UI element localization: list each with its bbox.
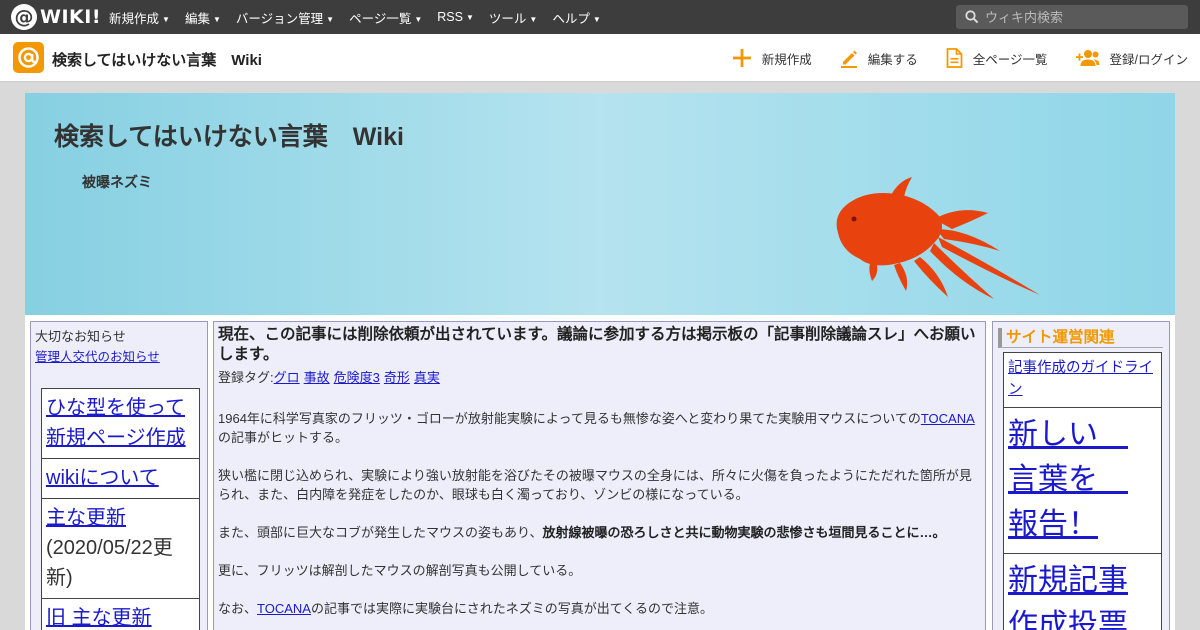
paragraph-text: また、頭部に巨大なコブが発生したマウスの姿もあり、 bbox=[218, 525, 543, 540]
caret-down-icon: ▼ bbox=[592, 14, 601, 24]
new-article-vote-link[interactable]: 新規記事作成投票 bbox=[1008, 564, 1128, 630]
left-menu-item: 旧 主な更新 bbox=[42, 599, 199, 630]
right-sidebar: サイト運営関連 記事作成のガイドライン 新しい 言葉を 報告！ 新規記事作成投票 bbox=[992, 321, 1170, 630]
goldfish-icon bbox=[836, 177, 1040, 299]
edit-label: 編集する bbox=[867, 52, 918, 67]
tocana-link[interactable]: TOCANA bbox=[921, 411, 975, 426]
edit-button[interactable]: 編集する bbox=[840, 48, 918, 68]
page-title: 被曝ネズミ bbox=[82, 174, 152, 190]
main-article: 現在、この記事には削除依頼が出されています。議論に参加する方は掲示板の「記事削除… bbox=[213, 321, 986, 630]
left-menu-item: 主な更新 (2020/05/22更新) bbox=[42, 499, 199, 599]
tag-list: 登録タグ:グロ 事故 危険度3 奇形 真実 bbox=[218, 367, 444, 386]
new-page-button[interactable]: 新規作成 bbox=[732, 48, 812, 68]
atwiki-logo[interactable]: @ WIKI! bbox=[11, 4, 101, 30]
template-new-page-link[interactable]: ひな型を使って新規ページ作成 bbox=[46, 397, 186, 449]
left-sidebar: 大切なお知らせ 管理人交代のお知らせ ひな型を使って新規ページ作成 wikiにつ… bbox=[30, 321, 208, 630]
all-pages-button[interactable]: 全ページ一覧 bbox=[946, 48, 1048, 68]
tag-link[interactable]: 真実 bbox=[414, 370, 440, 385]
article-paragraph: また、頭部に巨大なコブが発生したマウスの姿もあり、放射線被曝の恐ろしさと共に動物… bbox=[218, 523, 978, 542]
search-icon[interactable] bbox=[965, 10, 979, 24]
admin-change-notice-link[interactable]: 管理人交代のお知らせ bbox=[35, 346, 160, 365]
paragraph-text: 1964年に科学写真家のフリッツ・ゴローが放射能実験によって見るも無惨な姿へと変… bbox=[218, 411, 921, 426]
paragraph-text: の記事では実際に実験台にされたネズミの写真が出てくるので注意。 bbox=[310, 601, 714, 616]
logo-at-mark: @ bbox=[11, 4, 37, 30]
left-menu-item: wikiについて bbox=[42, 459, 199, 499]
nav-new-label: 新規作成 bbox=[109, 11, 160, 26]
tags-label: 登録タグ: bbox=[218, 370, 274, 385]
add-user-icon bbox=[1075, 50, 1100, 66]
site-header: 検索してはいけない言葉 Wiki 新規作成 編集する 全ページ一覧 登録/ログイ… bbox=[0, 34, 1200, 82]
bold-text: 放射線被曝の恐ろしさと共に動物実験の悲惨さも垣間見ることに…。 bbox=[542, 525, 946, 540]
left-menu-item: ひな型を使って新規ページ作成 bbox=[42, 389, 199, 459]
article-paragraph: 狭い檻に閉じ込められ、実験により強い放射能を浴びたその被曝マウスの全身には、所々… bbox=[218, 468, 972, 502]
caret-down-icon: ▼ bbox=[414, 14, 423, 24]
caret-down-icon: ▼ bbox=[162, 14, 170, 24]
report-new-word-link[interactable]: 新しい 言葉を 報告！ bbox=[1008, 418, 1128, 541]
plus-icon bbox=[732, 49, 751, 67]
nav-new[interactable]: 新規作成 ▼ bbox=[109, 8, 170, 27]
article-paragraph: 更に、フリッツは解剖したマウスの解剖写真も公開している。 bbox=[218, 563, 582, 578]
nav-pages-label: ページ一覧 bbox=[349, 11, 412, 26]
page-banner: 検索してはいけない言葉 Wiki 被曝ネズミ bbox=[25, 93, 1175, 315]
site-title[interactable]: 検索してはいけない言葉 Wiki bbox=[52, 49, 262, 70]
top-nav: 新規作成 ▼ 編集 ▼ バージョン管理 ▼ ページ一覧 ▼ RSS ▼ ツール ▼ ヘルプ ▼ bbox=[109, 0, 616, 34]
main-updates-link[interactable]: 主な更新 bbox=[46, 507, 126, 529]
right-menu-item: 記事作成のガイドライン bbox=[1004, 353, 1161, 408]
deletion-request-notice: 現在、この記事には削除依頼が出されています。議論に参加する方は掲示板の「記事削除… bbox=[218, 326, 976, 363]
right-menu-item: 新しい 言葉を 報告！ bbox=[1004, 408, 1161, 554]
logo-text: WIKI! bbox=[40, 6, 101, 28]
nav-help[interactable]: ヘルプ ▼ bbox=[552, 8, 600, 27]
site-logo-icon[interactable] bbox=[13, 42, 44, 73]
new-page-label: 新規作成 bbox=[761, 52, 812, 67]
content-area: 大切なお知らせ 管理人交代のお知らせ ひな型を使って新規ページ作成 wikiにつ… bbox=[25, 315, 1175, 630]
document-icon bbox=[946, 48, 963, 68]
top-bar: @ WIKI! 新規作成 ▼ 編集 ▼ バージョン管理 ▼ ページ一覧 ▼ RSS ▼ ツ… bbox=[0, 0, 1200, 34]
right-menu: 記事作成のガイドライン 新しい 言葉を 報告！ 新規記事作成投票 bbox=[1003, 352, 1162, 630]
wiki-search-box bbox=[956, 5, 1188, 29]
site-operations-heading: サイト運営関連 bbox=[998, 328, 1163, 348]
article-guideline-link[interactable]: 記事作成のガイドライン bbox=[1008, 360, 1153, 398]
nav-rss[interactable]: RSS ▼ bbox=[437, 10, 474, 24]
caret-down-icon: ▼ bbox=[529, 14, 538, 24]
header-actions: 新規作成 編集する 全ページ一覧 登録/ログイン bbox=[704, 34, 1188, 82]
tag-link[interactable]: 奇形 bbox=[384, 370, 410, 385]
nav-edit[interactable]: 編集 ▼ bbox=[185, 8, 221, 27]
article-paragraph: 1964年に科学写真家のフリッツ・ゴローが放射能実験によって見るも無惨な姿へと変… bbox=[218, 409, 978, 447]
nav-pages[interactable]: ページ一覧 ▼ bbox=[349, 8, 422, 27]
nav-rss-label: RSS bbox=[437, 10, 463, 24]
tag-link[interactable]: 事故 bbox=[304, 370, 330, 385]
paragraph-text: の記事がヒットする。 bbox=[218, 430, 349, 445]
about-wiki-link[interactable]: wikiについて bbox=[46, 467, 159, 489]
right-menu-item: 新規記事作成投票 bbox=[1004, 554, 1161, 630]
tocana-link[interactable]: TOCANA bbox=[257, 601, 311, 616]
tag-link[interactable]: 危険度3 bbox=[334, 370, 380, 385]
tag-link[interactable]: グロ bbox=[274, 370, 300, 385]
old-updates-link[interactable]: 旧 主な更新 bbox=[46, 607, 152, 629]
left-menu: ひな型を使って新規ページ作成 wikiについて 主な更新 (2020/05/22… bbox=[41, 388, 200, 630]
caret-down-icon: ▼ bbox=[212, 14, 221, 24]
nav-tools-label: ツール bbox=[488, 11, 527, 26]
nav-version-label: バージョン管理 bbox=[235, 11, 324, 26]
paragraph-text: なお、 bbox=[218, 601, 258, 616]
caret-down-icon: ▼ bbox=[326, 14, 335, 24]
nav-edit-label: 編集 bbox=[184, 11, 210, 26]
login-label: 登録/ログイン bbox=[1109, 52, 1188, 67]
nav-version[interactable]: バージョン管理 ▼ bbox=[236, 8, 334, 27]
search-input[interactable] bbox=[985, 9, 1175, 25]
all-pages-label: 全ページ一覧 bbox=[972, 52, 1048, 67]
caret-down-icon: ▼ bbox=[465, 13, 474, 22]
login-button[interactable]: 登録/ログイン bbox=[1075, 49, 1188, 68]
article-paragraph: なお、TOCANAの記事では実際に実験台にされたネズミの写真が出てくるので注意。 bbox=[218, 599, 978, 618]
updates-date-note: (2020/05/22更新) bbox=[46, 537, 173, 589]
nav-help-label: ヘルプ bbox=[552, 11, 590, 26]
notice-label: 大切なお知らせ bbox=[35, 329, 126, 344]
nav-tools[interactable]: ツール ▼ bbox=[489, 8, 537, 27]
banner-title[interactable]: 検索してはいけない言葉 Wiki bbox=[54, 117, 404, 153]
pencil-icon bbox=[840, 50, 857, 68]
